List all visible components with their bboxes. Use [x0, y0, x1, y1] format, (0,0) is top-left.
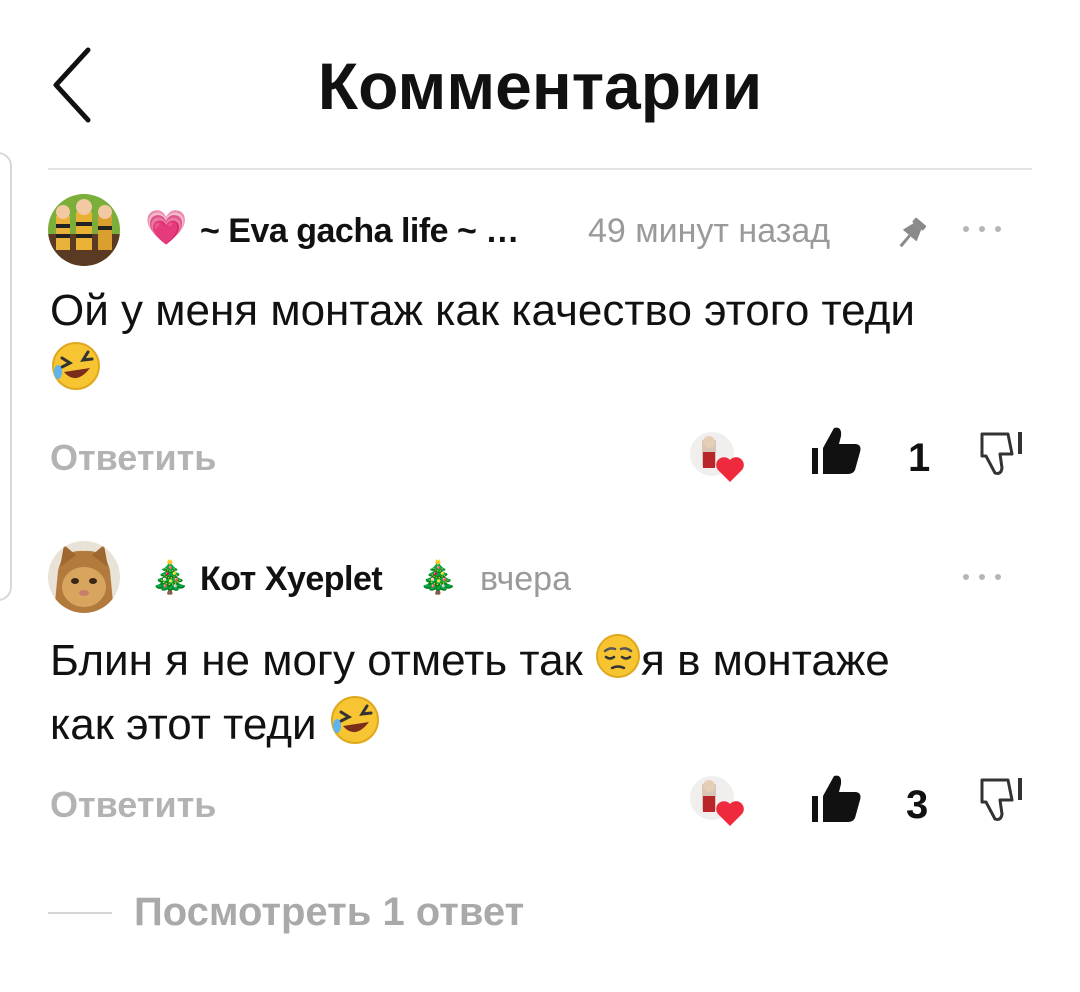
thumbs-down-icon: [980, 432, 1022, 475]
header-divider: [48, 168, 1032, 170]
view-replies-button[interactable]: Посмотреть 1 ответ: [134, 890, 524, 935]
comment-body: Блин я не могу отметь так: [50, 636, 583, 685]
comment-body: как этот теди: [50, 700, 317, 749]
rofl-face-icon: [329, 694, 381, 761]
creator-heart-badge[interactable]: [686, 430, 752, 491]
pensive-face-icon: [595, 633, 641, 694]
comment-time: 49 минут назад: [588, 212, 831, 250]
comment-author[interactable]: ~ Eva gacha life ~ …: [200, 212, 519, 251]
dislike-button[interactable]: [976, 774, 1028, 829]
pin-icon: [890, 216, 932, 257]
replies-divider: [48, 912, 112, 914]
rofl-face-icon: [50, 340, 102, 407]
reply-button[interactable]: Ответить: [50, 784, 216, 826]
more-options-icon[interactable]: [958, 567, 1008, 592]
comment-body: я в монтаже: [641, 636, 890, 685]
page-title: Комментарии: [317, 49, 763, 123]
like-button[interactable]: [812, 424, 862, 481]
like-button[interactable]: [812, 772, 862, 829]
comment-author[interactable]: Кот Xyeplet: [200, 560, 383, 599]
reply-button[interactable]: Ответить: [50, 437, 216, 479]
thumbs-down-icon: [980, 778, 1022, 821]
thumbs-up-icon: [812, 775, 861, 822]
creator-heart-badge[interactable]: [686, 774, 752, 835]
comment-text: Ой у меня монтаж как качество этого теди: [50, 282, 1040, 407]
comment-time: вчера: [480, 560, 571, 598]
tree-badge: 🎄: [150, 559, 190, 595]
tree-badge: 🎄: [418, 559, 458, 595]
avatar-image: [48, 194, 120, 266]
dislike-button[interactable]: [976, 428, 1028, 483]
more-options-icon[interactable]: [958, 219, 1008, 244]
like-count: 3: [906, 783, 929, 827]
thumbs-up-icon: [812, 427, 861, 474]
comment-body: Ой у меня монтаж как качество этого теди: [50, 286, 915, 335]
side-sheet-edge: [0, 152, 12, 601]
like-count: 1: [908, 436, 931, 480]
avatar[interactable]: [48, 194, 120, 266]
heart-badge: 💗: [145, 209, 188, 247]
avatar-image: [48, 541, 120, 613]
comment-text: Блин я не могу отметь так я в монтаже ка…: [50, 632, 1040, 761]
avatar[interactable]: [48, 541, 120, 613]
